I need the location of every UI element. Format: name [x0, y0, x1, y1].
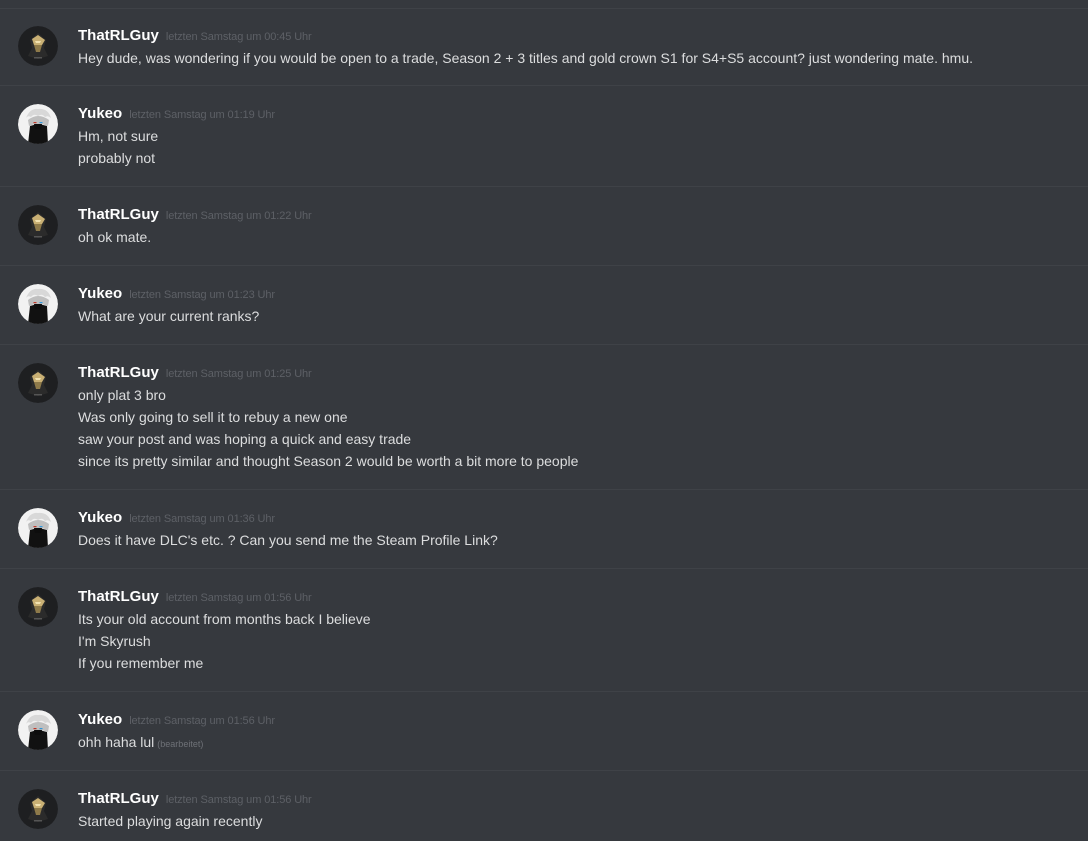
message-text: Was only going to sell it to rebuy a new… — [78, 409, 348, 425]
timestamp: letzten Samstag um 01:25 Uhr — [165, 368, 312, 380]
username[interactable]: Yukeo — [78, 711, 122, 728]
message-header: ThatRLGuy letzten Samstag um 01:56 Uhr — [78, 790, 312, 809]
message-group: Yukeo letzten Samstag um 01:23 Uhr What ar… — [0, 266, 1088, 345]
hooded-figure-avatar-icon — [18, 26, 58, 66]
message-line: Hm, not sure — [78, 125, 1078, 147]
anime-avatar-icon — [18, 710, 58, 750]
username[interactable]: Yukeo — [78, 509, 122, 526]
message-text: ohh haha lul — [78, 734, 155, 750]
message-line: oh ok mate. — [78, 226, 1078, 248]
timestamp: letzten Samstag um 01:23 Uhr — [129, 289, 275, 301]
avatar[interactable] — [18, 104, 58, 144]
avatar[interactable] — [18, 205, 58, 245]
message-header: Yukeo letzten Samstag um 01:36 Uhr — [78, 509, 275, 528]
message-text: Hm, not sure — [78, 128, 159, 144]
hooded-figure-avatar-icon — [18, 587, 58, 627]
anime-avatar-icon — [18, 284, 58, 324]
timestamp: letzten Samstag um 01:19 Uhr — [129, 109, 275, 121]
avatar[interactable] — [18, 789, 58, 829]
message-line: If you remember me — [78, 652, 1078, 674]
message-group: ThatRLGuy letzten Samstag um 01:25 Uhr onl… — [0, 345, 1088, 490]
message-text: only plat 3 bro — [78, 387, 166, 403]
message-group: Yukeo letzten Samstag um 01:19 Uhr Hm, not… — [0, 86, 1088, 187]
message-text: If you remember me — [78, 655, 204, 671]
message-line: Its your old account from months back I … — [78, 608, 1078, 630]
message-header: ThatRLGuy letzten Samstag um 01:25 Uhr — [78, 364, 312, 383]
hooded-figure-avatar-icon — [18, 789, 58, 829]
username[interactable]: ThatRLGuy — [78, 27, 159, 44]
username[interactable]: ThatRLGuy — [78, 790, 159, 807]
timestamp: letzten Samstag um 01:22 Uhr — [165, 210, 312, 222]
avatar[interactable] — [18, 710, 58, 750]
message-group: ThatRLGuy letzten Samstag um 01:22 Uhr oh … — [0, 187, 1088, 266]
message-text: Does it have DLC's etc. ? Can you send m… — [78, 532, 498, 548]
message-group: ThatRLGuy letzten Samstag um 00:45 Uhr Hey… — [0, 8, 1088, 86]
message-line: I'm Skyrush — [78, 630, 1078, 652]
avatar[interactable] — [18, 508, 58, 548]
message-group: ThatRLGuy letzten Samstag um 01:56 Uhr Sta… — [0, 771, 1088, 840]
message-content: Hey dude, was wondering if you would be … — [78, 47, 1078, 69]
message-line: What are your current ranks? — [78, 305, 1078, 327]
message-header: ThatRLGuy letzten Samstag um 00:45 Uhr — [78, 27, 312, 46]
timestamp: letzten Samstag um 01:56 Uhr — [165, 592, 312, 604]
anime-avatar-icon — [18, 508, 58, 548]
message-text: Its your old account from months back I … — [78, 611, 371, 627]
message-content: Hm, not sure probably not — [78, 125, 1078, 169]
message-list[interactable]: ThatRLGuy letzten Samstag um 00:45 Uhr Hey… — [0, 0, 1088, 841]
timestamp: letzten Samstag um 01:56 Uhr — [129, 715, 275, 727]
message-line: probably not — [78, 147, 1078, 169]
avatar[interactable] — [18, 587, 58, 627]
message-header: Yukeo letzten Samstag um 01:56 Uhr — [78, 711, 275, 730]
message-header: Yukeo letzten Samstag um 01:19 Uhr — [78, 105, 275, 124]
message-line: Was only going to sell it to rebuy a new… — [78, 406, 1078, 428]
message-content: only plat 3 bro Was only going to sell it… — [78, 384, 1078, 472]
username[interactable]: Yukeo — [78, 285, 122, 302]
message-text: Hey dude, was wondering if you would be … — [78, 50, 973, 66]
edited-label: (bearbeitet) — [157, 739, 204, 749]
message-line: Does it have DLC's etc. ? Can you send m… — [78, 529, 1078, 551]
message-content: ohh haha lul (bearbeitet) — [78, 731, 1078, 753]
message-content: oh ok mate. — [78, 226, 1078, 248]
message-text: saw your post and was hoping a quick and… — [78, 431, 412, 447]
message-line: Started playing again recently — [78, 810, 1078, 832]
message-text: What are your current ranks? — [78, 308, 260, 324]
message-group: Yukeo letzten Samstag um 01:36 Uhr Does it… — [0, 490, 1088, 569]
message-text: oh ok mate. — [78, 229, 152, 245]
username[interactable]: ThatRLGuy — [78, 588, 159, 605]
avatar[interactable] — [18, 284, 58, 324]
message-text: probably not — [78, 150, 156, 166]
username[interactable]: Yukeo — [78, 105, 122, 122]
message-header: Yukeo letzten Samstag um 01:23 Uhr — [78, 285, 275, 304]
message-line: since its pretty similar and thought Sea… — [78, 450, 1078, 472]
timestamp: letzten Samstag um 01:56 Uhr — [165, 794, 312, 806]
timestamp: letzten Samstag um 01:36 Uhr — [129, 513, 275, 525]
username[interactable]: ThatRLGuy — [78, 206, 159, 223]
avatar[interactable] — [18, 26, 58, 66]
message-header: ThatRLGuy letzten Samstag um 01:22 Uhr — [78, 206, 312, 225]
hooded-figure-avatar-icon — [18, 205, 58, 245]
message-content: Does it have DLC's etc. ? Can you send m… — [78, 529, 1078, 551]
hooded-figure-avatar-icon — [18, 363, 58, 403]
anime-avatar-icon — [18, 104, 58, 144]
message-line: saw your post and was hoping a quick and… — [78, 428, 1078, 450]
username[interactable]: ThatRLGuy — [78, 364, 159, 381]
message-content: Its your old account from months back I … — [78, 608, 1078, 674]
message-text: since its pretty similar and thought Sea… — [78, 453, 579, 469]
message-line: ohh haha lul (bearbeitet) — [78, 731, 1078, 753]
message-line: only plat 3 bro — [78, 384, 1078, 406]
timestamp: letzten Samstag um 00:45 Uhr — [165, 31, 312, 43]
avatar[interactable] — [18, 363, 58, 403]
message-content: Started playing again recently — [78, 810, 1078, 832]
message-content: What are your current ranks? — [78, 305, 1078, 327]
message-header: ThatRLGuy letzten Samstag um 01:56 Uhr — [78, 588, 312, 607]
message-text: I'm Skyrush — [78, 633, 151, 649]
message-group: Yukeo letzten Samstag um 01:56 Uhr ohh hah… — [0, 692, 1088, 771]
message-line: Hey dude, was wondering if you would be … — [78, 47, 1078, 69]
message-group: ThatRLGuy letzten Samstag um 01:56 Uhr Its… — [0, 569, 1088, 692]
message-text: Started playing again recently — [78, 813, 263, 829]
